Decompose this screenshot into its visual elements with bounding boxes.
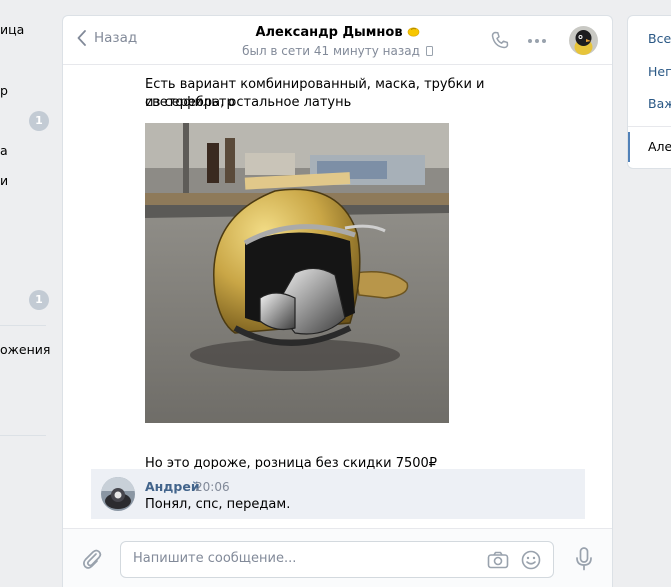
reply-text: Понял, спс, передам. xyxy=(145,497,291,512)
message-input[interactable] xyxy=(133,551,473,566)
nav-item-3[interactable]: а xyxy=(0,143,8,158)
peer-name-text: Александр Дымнов xyxy=(255,25,403,40)
message-row[interactable]: Андрей 20:06 Понял, спс, передам. xyxy=(91,469,585,519)
peer-status-text: был в сети 41 минуту назад xyxy=(242,44,420,58)
mobile-device-icon xyxy=(425,46,433,56)
message-photo[interactable] xyxy=(145,123,449,423)
reply-author-name[interactable]: Андрей xyxy=(145,479,200,494)
active-indicator xyxy=(628,132,630,162)
nav-item-5[interactable]: ожения xyxy=(0,342,50,357)
filter-divider xyxy=(628,126,671,127)
bird-avatar-icon xyxy=(569,26,598,55)
nav-item-1[interactable]: ица xyxy=(0,22,24,37)
microphone-icon[interactable] xyxy=(575,547,593,571)
message-input-box[interactable] xyxy=(120,541,554,578)
chat-window: Назад Александр Дымнов был в сети 41 мин… xyxy=(62,15,613,587)
active-conversation-item[interactable]: Але xyxy=(628,132,671,162)
helmet-photo-image xyxy=(145,123,449,423)
nav-counter-badge: 1 xyxy=(29,111,49,131)
active-conversation-label: Але xyxy=(648,139,671,154)
nav-counter-badge: 1 xyxy=(29,290,49,310)
nav-item-2[interactable]: р xyxy=(0,83,8,98)
left-navigation: ица р 1 а и 1 ожения xyxy=(0,0,56,587)
conversation-filter-panel: Все Неп Важ Але xyxy=(627,15,671,169)
paperclip-icon[interactable] xyxy=(81,547,103,571)
message-list: Есть вариант комбинированный, маска, тру… xyxy=(63,66,612,528)
nav-separator xyxy=(0,435,46,436)
nav-item-4[interactable]: и xyxy=(0,173,8,188)
peer-avatar[interactable] xyxy=(569,26,598,55)
smile-icon[interactable] xyxy=(521,550,541,570)
nav-separator xyxy=(0,325,46,326)
lemon-emoji-icon xyxy=(407,27,419,37)
camera-icon[interactable] xyxy=(487,551,509,569)
reply-timestamp[interactable]: 20:06 xyxy=(195,480,230,494)
author-avatar-image xyxy=(101,477,135,511)
filter-unread[interactable]: Неп xyxy=(648,64,671,79)
message-composer xyxy=(63,528,612,587)
filter-important[interactable]: Важ xyxy=(648,96,671,111)
filter-all[interactable]: Все xyxy=(648,31,671,46)
message-text-line: из серебра, остальное латунь xyxy=(145,95,352,110)
peer-status: был в сети 41 минуту назад xyxy=(63,44,612,58)
more-dots-icon[interactable] xyxy=(527,38,547,44)
phone-icon[interactable] xyxy=(490,30,510,50)
chat-header: Назад Александр Дымнов был в сети 41 мин… xyxy=(63,16,612,65)
reply-author-avatar[interactable] xyxy=(101,477,135,511)
